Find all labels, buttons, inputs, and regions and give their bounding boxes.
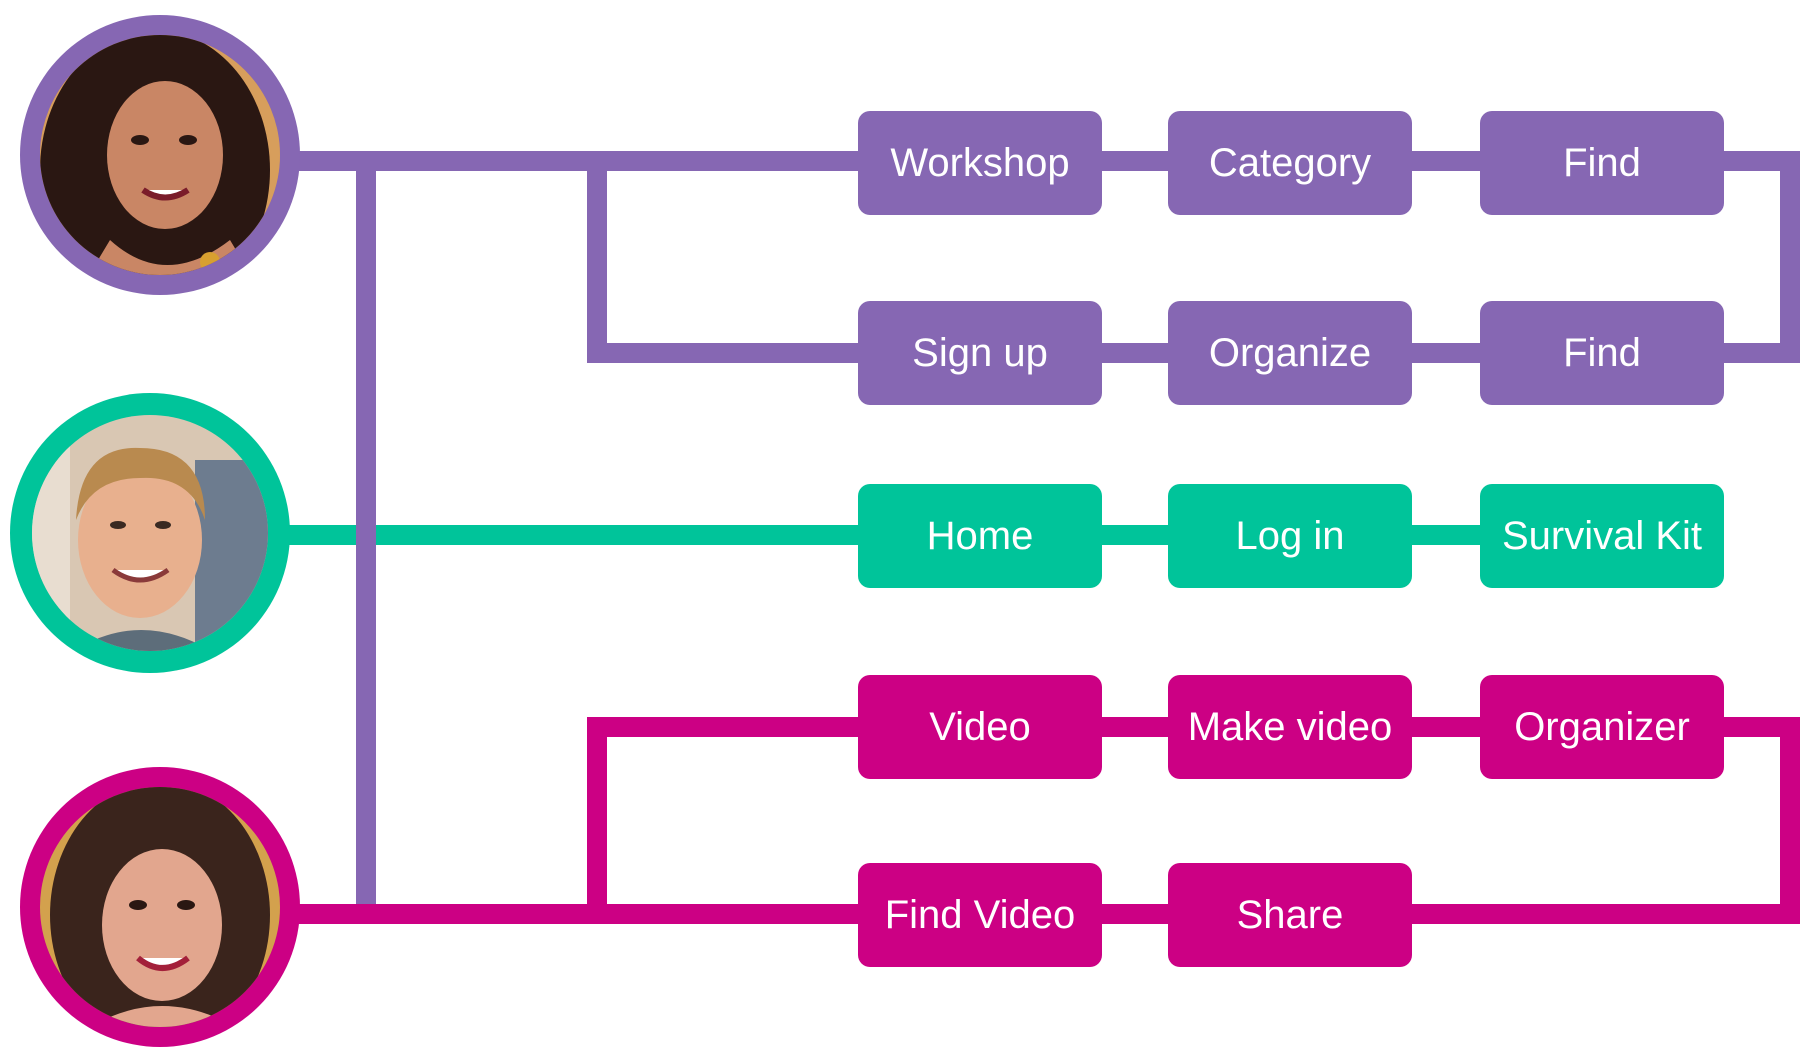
node-label: Find Video: [885, 893, 1076, 937]
user-flow-diagram: Workshop Category Find Sign up Organize …: [10, 15, 1800, 1047]
node-category[interactable]: Category: [1168, 111, 1412, 215]
purple-branch-line: [587, 161, 870, 363]
persona-avatar-1: [20, 15, 300, 295]
node-label: Make video: [1188, 705, 1393, 749]
node-label: Log in: [1236, 514, 1345, 558]
node-find-1[interactable]: Find: [1480, 111, 1724, 215]
node-label: Organizer: [1514, 705, 1690, 749]
node-label: Category: [1209, 141, 1371, 185]
node-label: Video: [929, 705, 1031, 749]
node-log-in[interactable]: Log in: [1168, 484, 1412, 588]
purple-loop-line: [1715, 151, 1800, 363]
node-video[interactable]: Video: [858, 675, 1102, 779]
node-label: Workshop: [890, 141, 1069, 185]
node-find-video[interactable]: Find Video: [858, 863, 1102, 967]
node-label: Share: [1237, 893, 1344, 937]
node-label: Survival Kit: [1502, 514, 1702, 558]
node-make-video[interactable]: Make video: [1168, 675, 1412, 779]
node-label: Find: [1563, 331, 1641, 375]
node-label: Home: [927, 514, 1034, 558]
node-home[interactable]: Home: [858, 484, 1102, 588]
node-organizer[interactable]: Organizer: [1480, 675, 1724, 779]
node-survival-kit[interactable]: Survival Kit: [1480, 484, 1724, 588]
node-workshop[interactable]: Workshop: [858, 111, 1102, 215]
persona-avatar-3: [20, 767, 300, 1047]
node-label: Find: [1563, 141, 1641, 185]
magenta-branch-line: [587, 717, 870, 914]
node-sign-up[interactable]: Sign up: [858, 301, 1102, 405]
persona-avatar-2: [10, 393, 290, 673]
woman-dark-hair-avatar: [40, 35, 280, 275]
node-find-2[interactable]: Find: [1480, 301, 1724, 405]
node-label: Sign up: [912, 331, 1048, 375]
node-label: Organize: [1209, 331, 1371, 375]
node-organize[interactable]: Organize: [1168, 301, 1412, 405]
node-share[interactable]: Share: [1168, 863, 1412, 967]
